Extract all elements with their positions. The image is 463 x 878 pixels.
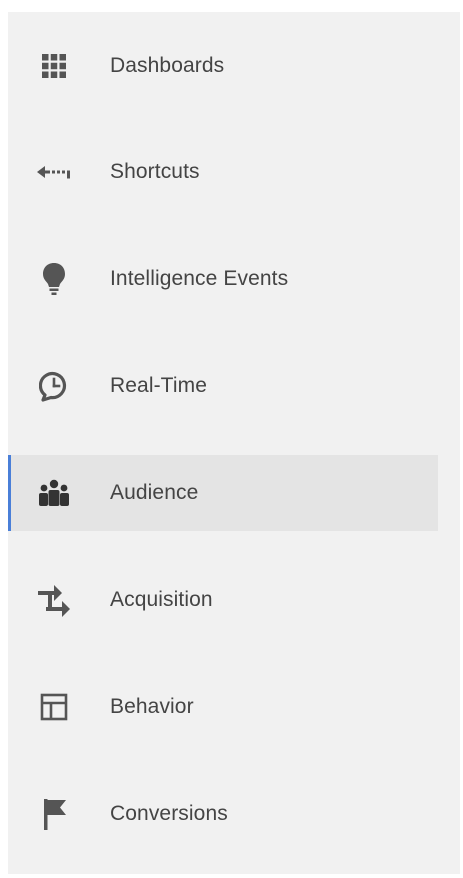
nav-item-real-time[interactable]: Real-Time [8,348,438,424]
nav-item-label: Behavior [110,695,194,718]
nav-item-behavior[interactable]: Behavior [8,669,438,745]
swap-arrows-icon [36,582,72,618]
nav-item-label: Dashboards [110,54,225,77]
lightbulb-icon [36,261,72,297]
flag-icon [36,796,72,832]
nav-item-conversions[interactable]: Conversions [8,776,438,852]
grid-icon [36,48,72,84]
people-icon [36,475,72,511]
nav-item-dashboards[interactable]: Dashboards [8,28,438,104]
nav-item-label: Shortcuts [110,160,200,183]
nav-item-intelligence-events[interactable]: Intelligence Events [8,241,438,317]
nav-item-label: Intelligence Events [110,267,289,290]
clock-icon [36,368,72,404]
layout-icon [36,689,72,725]
nav-item-shortcuts[interactable]: Shortcuts [8,134,438,210]
nav-item-label: Conversions [110,802,228,825]
nav-item-acquisition[interactable]: Acquisition [8,562,438,638]
nav-item-label: Audience [110,481,199,504]
nav-item-label: Acquisition [110,588,213,611]
nav-item-label: Real-Time [110,374,207,397]
nav-item-audience[interactable]: Audience [8,455,438,531]
arrow-left-dotted-icon [36,154,72,190]
sidebar-nav: Dashboards Shortcuts Intelligence Events… [8,12,460,874]
